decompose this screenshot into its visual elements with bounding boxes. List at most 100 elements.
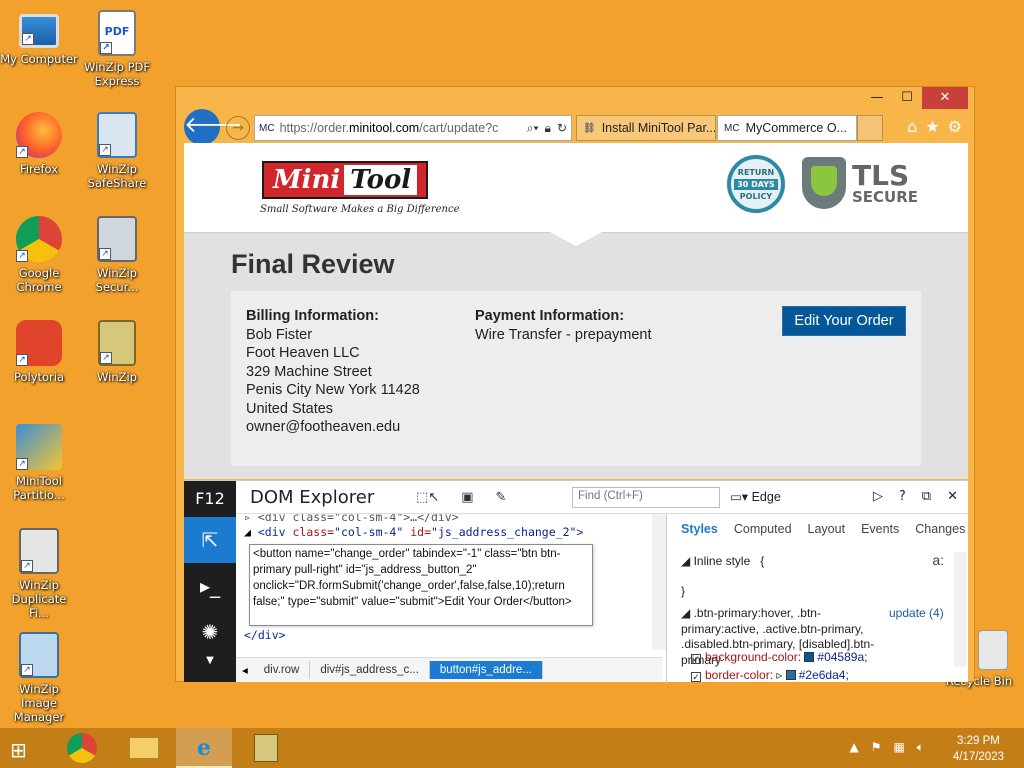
- forward-button[interactable]: →: [226, 116, 250, 140]
- favorites-star-icon[interactable]: ★: [925, 117, 939, 136]
- close-devtools-icon[interactable]: ✕: [947, 489, 958, 504]
- breadcrumb-item[interactable]: div.row: [254, 660, 311, 679]
- minitool-logo[interactable]: Mini Tool: [262, 161, 428, 199]
- search-icon[interactable]: ⌕▾: [527, 121, 539, 136]
- css-property[interactable]: ✓ background-color: #04589a;: [691, 650, 867, 666]
- recycle-bin-icon: [978, 630, 1008, 670]
- back-button[interactable]: 🡐: [184, 109, 243, 145]
- minimize-button[interactable]: —: [862, 87, 892, 109]
- cursor-select-icon: ⇱: [201, 528, 219, 552]
- payment-info: Payment Information: Wire Transfer - pre…: [475, 307, 651, 344]
- tab-install-minitool[interactable]: ⛓ Install MiniTool Par...: [576, 115, 716, 141]
- console-icon: ▸_: [199, 574, 221, 598]
- system-clock[interactable]: 3:29 PM 4/17/2023: [953, 733, 1004, 765]
- lock-icon[interactable]: 🔒︎: [545, 121, 551, 136]
- devtools-title: DOM Explorer: [250, 486, 375, 508]
- bug-icon: ✺: [201, 620, 219, 644]
- new-tab-button[interactable]: [857, 115, 883, 141]
- dom-node[interactable]: </div>: [244, 628, 286, 642]
- undock-icon[interactable]: ⧉: [922, 489, 931, 504]
- clock-date: 4/17/2023: [952, 751, 1004, 763]
- tab-label: MyCommerce O...: [745, 121, 847, 135]
- tab-layout[interactable]: Layout: [808, 522, 846, 536]
- internet-explorer-icon: e: [197, 735, 211, 761]
- taskbar-chrome[interactable]: [54, 728, 110, 768]
- home-icon[interactable]: ⌂: [907, 117, 917, 136]
- property-checkbox[interactable]: ✓: [691, 672, 701, 682]
- desktop-icon-my-computer[interactable]: ↗ My Computer: [0, 10, 78, 66]
- settings-gear-icon[interactable]: ⚙: [948, 117, 962, 136]
- color-swatch[interactable]: [785, 670, 796, 680]
- color-swatch[interactable]: [804, 652, 815, 662]
- select-element-icon[interactable]: ⬚↖: [416, 490, 439, 505]
- new-rule-icon[interactable]: a:: [932, 552, 944, 568]
- property-checkbox[interactable]: ✓: [691, 654, 701, 664]
- winzip-image-manager-icon: ↗: [19, 632, 59, 678]
- tab-computed[interactable]: Computed: [734, 522, 792, 536]
- tab-styles[interactable]: Styles: [681, 522, 718, 536]
- console-toggle-icon[interactable]: ▷: [873, 489, 883, 504]
- tab-mycommerce[interactable]: MC MyCommerce O... ✕: [717, 115, 857, 141]
- billing-info: Billing Information: Bob Fister Foot Hea…: [246, 307, 420, 437]
- dom-node-selected[interactable]: ◢ <div class="col-sm-4" id="js_address_c…: [244, 525, 583, 539]
- tls-secure-badge: TLS SECURE: [802, 157, 918, 209]
- arrow-right-icon: →: [232, 120, 244, 136]
- network-icon[interactable]: ▦: [893, 740, 904, 755]
- styles-tab-bar: Styles Computed Layout Events Changes: [667, 514, 968, 536]
- emulation-dropdown[interactable]: ▭▾ Edge: [730, 489, 781, 504]
- css-rule-source-link[interactable]: update (4): [889, 606, 944, 620]
- find-input[interactable]: Find (Ctrl+F): [572, 487, 720, 508]
- more-tools-icon[interactable]: ▼: [184, 655, 236, 666]
- taskbar-file-explorer[interactable]: [116, 728, 172, 768]
- desktop-icon-winzip-image-manager[interactable]: ↗ WinZip Image Manager: [0, 632, 78, 724]
- desktop-icon-winzip[interactable]: ↗ WinZip: [78, 320, 156, 384]
- desktop-icon-firefox[interactable]: ↗ Firefox: [0, 112, 78, 176]
- tab-changes[interactable]: Changes: [915, 522, 965, 536]
- address-bar[interactable]: MC https://order.minitool.com/cart/updat…: [254, 115, 572, 141]
- action-center-icon[interactable]: ⚑: [871, 740, 882, 755]
- taskbar-internet-explorer[interactable]: e: [176, 728, 232, 768]
- highlight-element-icon[interactable]: ▣: [461, 490, 473, 505]
- volume-icon[interactable]: 🔈︎: [917, 740, 924, 755]
- breadcrumb-item[interactable]: div#js_address_c...: [310, 660, 430, 679]
- help-icon[interactable]: ?: [899, 489, 906, 504]
- desktop-icon-minitool[interactable]: ↗ MiniTool Partitio...: [0, 424, 78, 502]
- dom-explorer-tool[interactable]: ⇱: [184, 517, 236, 563]
- desktop-icon-winzip-duplicate[interactable]: ↗ WinZip Duplicate Fi...: [0, 528, 78, 620]
- vertical-scrollbar[interactable]: [652, 514, 666, 650]
- desktop-icon-winzip-pdf[interactable]: PDF ↗ WinZip PDF Express: [78, 10, 156, 88]
- html-edit-box[interactable]: <button name="change_order" tabindex="-1…: [249, 544, 593, 626]
- billing-country: United States: [246, 400, 334, 417]
- windows-start-icon[interactable]: ⊞: [10, 738, 27, 762]
- maximize-button[interactable]: ☐: [892, 87, 922, 109]
- console-tool[interactable]: ▸_: [184, 563, 236, 609]
- breadcrumb-item-active[interactable]: button#js_addre...: [429, 660, 543, 679]
- dom-node[interactable]: ▹ <div class="col-sm-4">…</div>: [244, 514, 459, 524]
- styles-scrollbar[interactable]: [954, 552, 966, 667]
- taskbar-winzip[interactable]: [238, 728, 294, 768]
- firefox-icon: ↗: [16, 112, 62, 158]
- payment-heading: Payment Information:: [475, 308, 625, 324]
- inline-style-block[interactable]: ◢ Inline style {: [681, 554, 764, 570]
- desktop-icon-google-chrome[interactable]: ↗ Google Chrome: [0, 216, 78, 294]
- debugger-tool[interactable]: ✺: [184, 609, 236, 655]
- desktop-icon-label: WinZip Image Manager: [13, 682, 65, 724]
- desktop-icon-winzip-secure[interactable]: ↗ WinZip Secur...: [78, 216, 156, 294]
- computer-icon: ↗: [19, 14, 59, 48]
- edit-your-order-button[interactable]: Edit Your Order: [782, 306, 906, 336]
- logo-tagline: Small Software Makes a Big Difference: [260, 204, 460, 215]
- desktop-icon-polytoria[interactable]: ↗ Polytoria: [0, 320, 78, 384]
- desktop-icon-winzip-safeshare[interactable]: ↗ WinZip SafeShare: [78, 112, 156, 190]
- shield-lock-icon: [802, 157, 846, 209]
- site-favicon: MC: [724, 122, 740, 134]
- color-picker-icon[interactable]: ✎: [495, 490, 506, 505]
- breadcrumb-left-arrow-icon[interactable]: ◂: [236, 663, 254, 677]
- url-text[interactable]: https://order.minitool.com/cart/update?c: [280, 121, 527, 135]
- css-property[interactable]: ✓ border-color: ▹ #2e6da4;: [691, 668, 849, 684]
- desktop-icon-label: WinZip: [97, 370, 137, 384]
- show-hidden-icons[interactable]: ▲: [849, 740, 858, 755]
- refresh-icon[interactable]: ↻: [557, 121, 567, 136]
- taskbar: ⊞ e ▲ ⚑ ▦ 🔈︎ 3:29 PM 4/17/2023: [0, 728, 1024, 768]
- close-window-button[interactable]: ✕: [922, 87, 968, 109]
- tab-events[interactable]: Events: [861, 522, 899, 536]
